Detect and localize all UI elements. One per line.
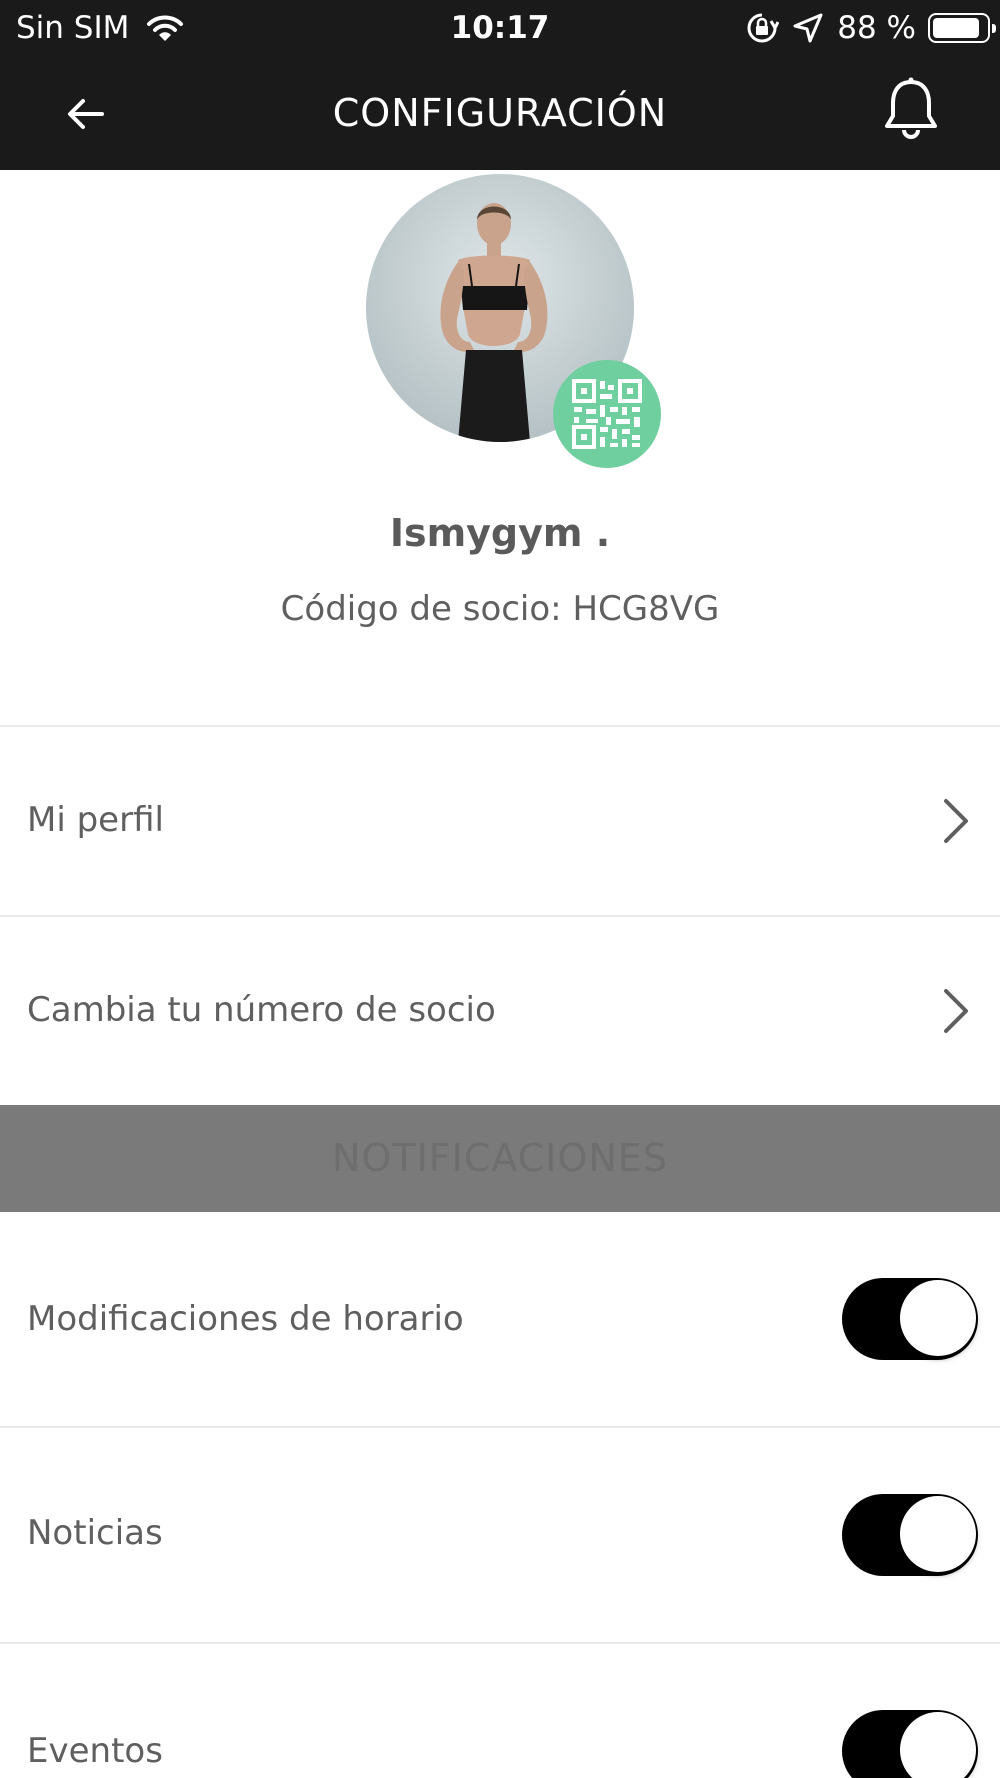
- toggle-label: Modificaciones de horario: [27, 1299, 464, 1339]
- toggle-knob: [900, 1712, 976, 1778]
- nav-bar: CONFIGURACIÓN: [0, 56, 1000, 170]
- bell-icon[interactable]: [880, 76, 942, 142]
- profile-name: Ismygym .: [389, 511, 611, 555]
- events-toggle[interactable]: [842, 1710, 978, 1778]
- toggle-label: Eventos: [27, 1731, 163, 1771]
- menu-item-cambia-numero-socio[interactable]: Cambia tu número de socio: [0, 917, 1000, 1105]
- status-bar: Sin SIM 10:17 88 %: [0, 0, 1000, 56]
- toggle-row-eventos: Eventos: [0, 1644, 1000, 1778]
- toggle-row-modificaciones-horario: Modificaciones de horario: [0, 1212, 1000, 1426]
- status-right: 88 %: [745, 8, 996, 48]
- orientation-lock-icon: [747, 13, 780, 43]
- qr-code-button[interactable]: [553, 360, 661, 468]
- menu-item-label: Mi perfil: [27, 800, 164, 840]
- menu-item-label: Cambia tu número de socio: [27, 990, 496, 1030]
- qr-code-icon: [572, 379, 642, 449]
- toggle-label: Noticias: [27, 1513, 163, 1553]
- toggle-knob: [900, 1496, 976, 1572]
- toggle-row-noticias: Noticias: [0, 1428, 1000, 1642]
- notifications-section-header: NOTIFICACIONES: [0, 1105, 1000, 1212]
- menu-item-mi-perfil[interactable]: Mi perfil: [0, 727, 1000, 915]
- location-arrow-icon: [793, 13, 823, 43]
- battery-percent: 88 %: [837, 10, 916, 46]
- news-toggle[interactable]: [842, 1494, 978, 1576]
- battery-nub: [992, 24, 996, 33]
- toggle-knob: [900, 1280, 976, 1356]
- chevron-right-icon: [944, 989, 968, 1033]
- member-code: Código de socio: HCG8VG: [280, 589, 720, 629]
- schedule-changes-toggle[interactable]: [842, 1278, 978, 1360]
- chevron-right-icon: [944, 799, 968, 843]
- section-title: NOTIFICACIONES: [332, 1136, 668, 1180]
- battery-fill: [933, 18, 979, 38]
- page-title: CONFIGURACIÓN: [332, 91, 668, 135]
- battery-icon: [928, 13, 996, 43]
